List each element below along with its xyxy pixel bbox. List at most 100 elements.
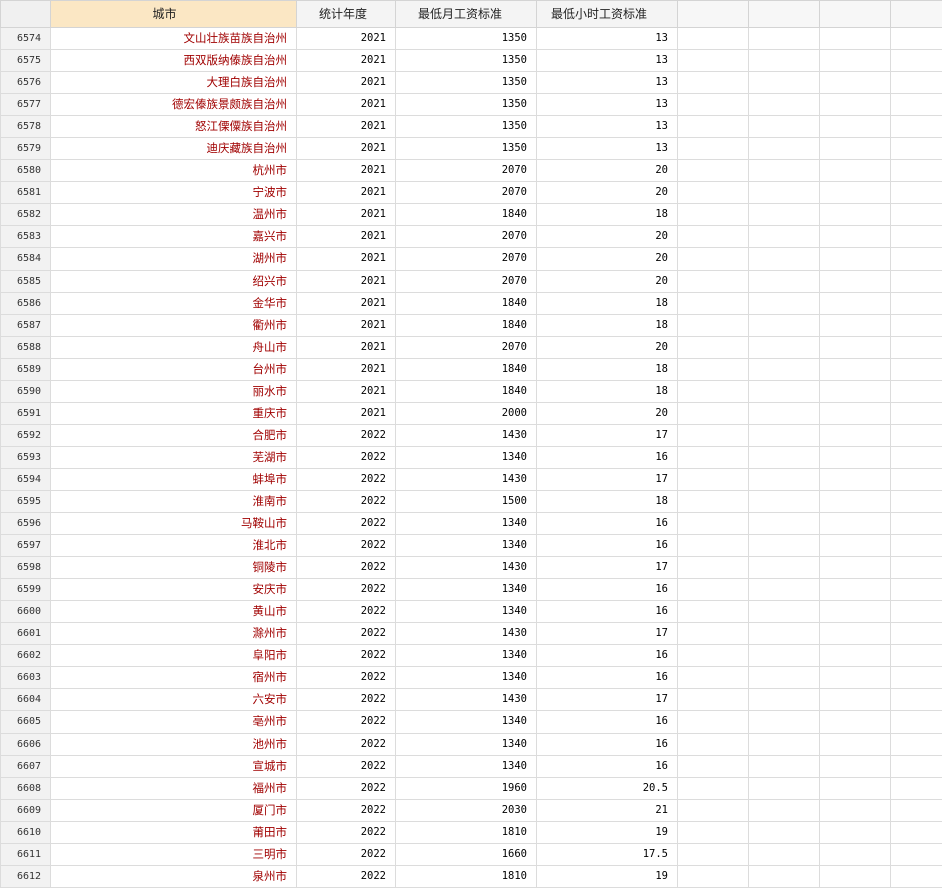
cell-empty[interactable] bbox=[677, 423, 749, 447]
cell-empty[interactable] bbox=[819, 115, 891, 139]
table-row[interactable]: 6607 宣城市 2022 1340 16 bbox=[0, 754, 942, 778]
cell-empty[interactable] bbox=[677, 489, 749, 514]
row-number[interactable]: 6596 bbox=[0, 512, 51, 536]
cell-hourly-min-wage[interactable]: 17 bbox=[536, 556, 678, 580]
cell-empty[interactable] bbox=[819, 820, 891, 844]
cell-year[interactable]: 2021 bbox=[296, 269, 396, 293]
cell-year[interactable]: 2021 bbox=[296, 225, 396, 249]
cell-year[interactable]: 2021 bbox=[296, 313, 396, 337]
cell-hourly-min-wage[interactable]: 16 bbox=[536, 710, 678, 734]
column-header-empty[interactable] bbox=[748, 0, 820, 28]
table-row[interactable]: 6595 淮南市 2022 1500 18 bbox=[0, 489, 942, 514]
cell-empty[interactable] bbox=[677, 445, 749, 469]
cell-monthly-min-wage[interactable]: 1840 bbox=[395, 313, 537, 337]
cell-year[interactable]: 2021 bbox=[296, 49, 396, 73]
cell-empty[interactable] bbox=[819, 600, 891, 624]
cell-empty[interactable] bbox=[819, 798, 891, 822]
cell-year[interactable]: 2021 bbox=[296, 291, 396, 315]
row-number[interactable]: 6602 bbox=[0, 644, 51, 668]
cell-monthly-min-wage[interactable]: 1960 bbox=[395, 776, 537, 800]
cell-hourly-min-wage[interactable]: 20 bbox=[536, 159, 678, 183]
table-row[interactable]: 6596 马鞍山市 2022 1340 16 bbox=[0, 512, 942, 536]
cell-year[interactable]: 2021 bbox=[296, 379, 396, 403]
cell-empty[interactable] bbox=[748, 864, 820, 888]
cell-monthly-min-wage[interactable]: 1350 bbox=[395, 93, 537, 117]
cell-city[interactable]: 厦门市 bbox=[50, 798, 297, 822]
column-header-city[interactable]: 城市 bbox=[50, 0, 297, 28]
cell-city[interactable]: 淮北市 bbox=[50, 534, 297, 558]
cell-hourly-min-wage[interactable]: 20.5 bbox=[536, 776, 678, 800]
cell-empty[interactable] bbox=[819, 313, 891, 337]
cell-monthly-min-wage[interactable]: 1340 bbox=[395, 512, 537, 536]
cell-empty[interactable] bbox=[890, 864, 942, 888]
cell-empty[interactable] bbox=[748, 335, 820, 359]
row-number[interactable]: 6584 bbox=[0, 247, 51, 271]
cell-monthly-min-wage[interactable]: 1340 bbox=[395, 578, 537, 602]
cell-empty[interactable] bbox=[819, 578, 891, 602]
row-number[interactable]: 6583 bbox=[0, 225, 51, 249]
cell-empty[interactable] bbox=[819, 467, 891, 491]
cell-hourly-min-wage[interactable]: 16 bbox=[536, 732, 678, 756]
cell-empty[interactable] bbox=[677, 622, 749, 646]
cell-empty[interactable] bbox=[819, 489, 891, 514]
cell-year[interactable]: 2022 bbox=[296, 820, 396, 844]
cell-empty[interactable] bbox=[819, 754, 891, 778]
cell-year[interactable]: 2022 bbox=[296, 423, 396, 447]
cell-empty[interactable] bbox=[748, 732, 820, 756]
cell-empty[interactable] bbox=[677, 357, 749, 381]
table-row[interactable]: 6606 池州市 2022 1340 16 bbox=[0, 732, 942, 756]
cell-empty[interactable] bbox=[819, 776, 891, 800]
cell-year[interactable]: 2022 bbox=[296, 578, 396, 602]
cell-empty[interactable] bbox=[748, 203, 820, 227]
row-number[interactable]: 6579 bbox=[0, 137, 51, 161]
cell-year[interactable]: 2021 bbox=[296, 181, 396, 205]
cell-empty[interactable] bbox=[748, 644, 820, 668]
cell-hourly-min-wage[interactable]: 20 bbox=[536, 401, 678, 425]
table-row[interactable]: 6582 温州市 2021 1840 18 bbox=[0, 203, 942, 227]
cell-empty[interactable] bbox=[819, 291, 891, 315]
cell-city[interactable]: 迪庆藏族自治州 bbox=[50, 137, 297, 161]
cell-empty[interactable] bbox=[819, 622, 891, 646]
cell-city[interactable]: 合肥市 bbox=[50, 423, 297, 447]
cell-city[interactable]: 金华市 bbox=[50, 291, 297, 315]
cell-monthly-min-wage[interactable]: 1350 bbox=[395, 26, 537, 51]
cell-empty[interactable] bbox=[677, 225, 749, 249]
cell-city[interactable]: 温州市 bbox=[50, 203, 297, 227]
cell-empty[interactable] bbox=[748, 820, 820, 844]
cell-year[interactable]: 2022 bbox=[296, 864, 396, 888]
cell-hourly-min-wage[interactable]: 16 bbox=[536, 666, 678, 690]
cell-city[interactable]: 湖州市 bbox=[50, 247, 297, 271]
cell-empty[interactable] bbox=[819, 335, 891, 359]
cell-year[interactable]: 2022 bbox=[296, 776, 396, 800]
cell-empty[interactable] bbox=[819, 137, 891, 161]
table-row[interactable]: 6580 杭州市 2021 2070 20 bbox=[0, 159, 942, 183]
row-number[interactable]: 6577 bbox=[0, 93, 51, 117]
row-number[interactable]: 6595 bbox=[0, 489, 51, 514]
table-row[interactable]: 6587 衢州市 2021 1840 18 bbox=[0, 313, 942, 337]
cell-empty[interactable] bbox=[748, 556, 820, 580]
cell-monthly-min-wage[interactable]: 1430 bbox=[395, 423, 537, 447]
cell-city[interactable]: 舟山市 bbox=[50, 335, 297, 359]
cell-monthly-min-wage[interactable]: 1340 bbox=[395, 600, 537, 624]
cell-empty[interactable] bbox=[677, 159, 749, 183]
cell-monthly-min-wage[interactable]: 1350 bbox=[395, 115, 537, 139]
cell-empty[interactable] bbox=[890, 159, 942, 183]
cell-empty[interactable] bbox=[748, 489, 820, 514]
table-row[interactable]: 6591 重庆市 2021 2000 20 bbox=[0, 401, 942, 425]
cell-empty[interactable] bbox=[677, 842, 749, 866]
cell-empty[interactable] bbox=[890, 732, 942, 756]
cell-empty[interactable] bbox=[677, 335, 749, 359]
cell-empty[interactable] bbox=[819, 864, 891, 888]
table-row[interactable]: 6603 宿州市 2022 1340 16 bbox=[0, 666, 942, 690]
cell-city[interactable]: 泉州市 bbox=[50, 864, 297, 888]
cell-monthly-min-wage[interactable]: 1340 bbox=[395, 666, 537, 690]
cell-city[interactable]: 亳州市 bbox=[50, 710, 297, 734]
row-number[interactable]: 6605 bbox=[0, 710, 51, 734]
cell-year[interactable]: 2021 bbox=[296, 335, 396, 359]
cell-hourly-min-wage[interactable]: 19 bbox=[536, 820, 678, 844]
cell-empty[interactable] bbox=[677, 578, 749, 602]
cell-hourly-min-wage[interactable]: 13 bbox=[536, 26, 678, 51]
cell-year[interactable]: 2022 bbox=[296, 489, 396, 514]
cell-empty[interactable] bbox=[890, 291, 942, 315]
cell-year[interactable]: 2022 bbox=[296, 710, 396, 734]
